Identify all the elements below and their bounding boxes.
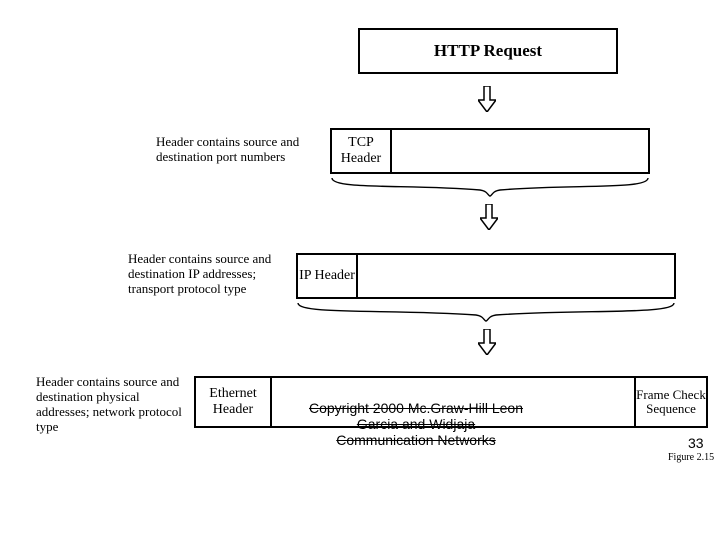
footer-line3: Communication Networks [286, 432, 546, 448]
figure-reference: Figure 2.15 [668, 452, 714, 463]
eth-header-label: Ethernet Header [196, 386, 270, 418]
eth-header-box: Ethernet Header [194, 376, 272, 428]
tcp-caption: Header contains source and destination p… [156, 135, 316, 165]
fcs-label: Frame Check Sequence [636, 388, 706, 417]
ip-header-box: IP Header [296, 253, 358, 299]
brace-icon [330, 176, 650, 198]
http-request-box: HTTP Request [358, 28, 618, 74]
down-arrow-icon [478, 329, 496, 355]
tcp-header-box: TCP Header [330, 128, 392, 174]
tcp-payload-box [390, 128, 650, 174]
ip-payload-box [356, 253, 676, 299]
http-request-label: HTTP Request [434, 41, 542, 61]
down-arrow-icon [478, 86, 496, 112]
down-arrow-icon [480, 204, 498, 230]
brace-icon [296, 301, 676, 323]
ip-header-label: IP Header [299, 268, 355, 284]
diagram-stage: HTTP Request Header contains source and … [0, 0, 720, 540]
fcs-box: Frame Check Sequence [634, 376, 708, 428]
ip-caption: Header contains source and destination I… [128, 252, 288, 297]
copyright-footer: Copyright 2000 Mc.Graw-Hill Leon Garcia … [286, 400, 546, 448]
slide-number: 33 [688, 435, 704, 451]
footer-line2: Garcia and Widjaja [357, 416, 475, 432]
eth-caption: Header contains source and destination p… [36, 375, 186, 435]
tcp-header-label: TCP Header [332, 135, 390, 167]
footer-line1: Copyright 2000 Mc.Graw-Hill Leon [309, 400, 523, 416]
